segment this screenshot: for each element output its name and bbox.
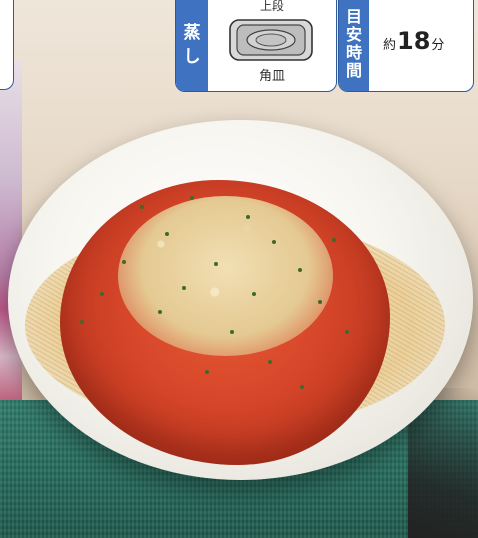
cooking-time-value: 約18分 (383, 27, 444, 55)
grated-cheese-topping (118, 196, 333, 356)
time-estimate-panel: 目 安 時 間 約18分 (338, 0, 474, 92)
cooking-mode-label: 蒸 し (176, 0, 208, 91)
time-prefix: 約 (383, 38, 397, 53)
rack-position: 上段 (259, 0, 284, 13)
previous-panel-edge (0, 0, 14, 90)
tray-icon (229, 19, 313, 61)
cooking-mode-panel: 蒸 し 上段 角皿 (175, 0, 337, 92)
time-estimate-label: 目 安 時 間 (339, 0, 369, 91)
time-unit: 分 (431, 38, 445, 53)
time-minutes: 18 (397, 27, 431, 55)
tray-name: 角皿 (258, 69, 285, 84)
